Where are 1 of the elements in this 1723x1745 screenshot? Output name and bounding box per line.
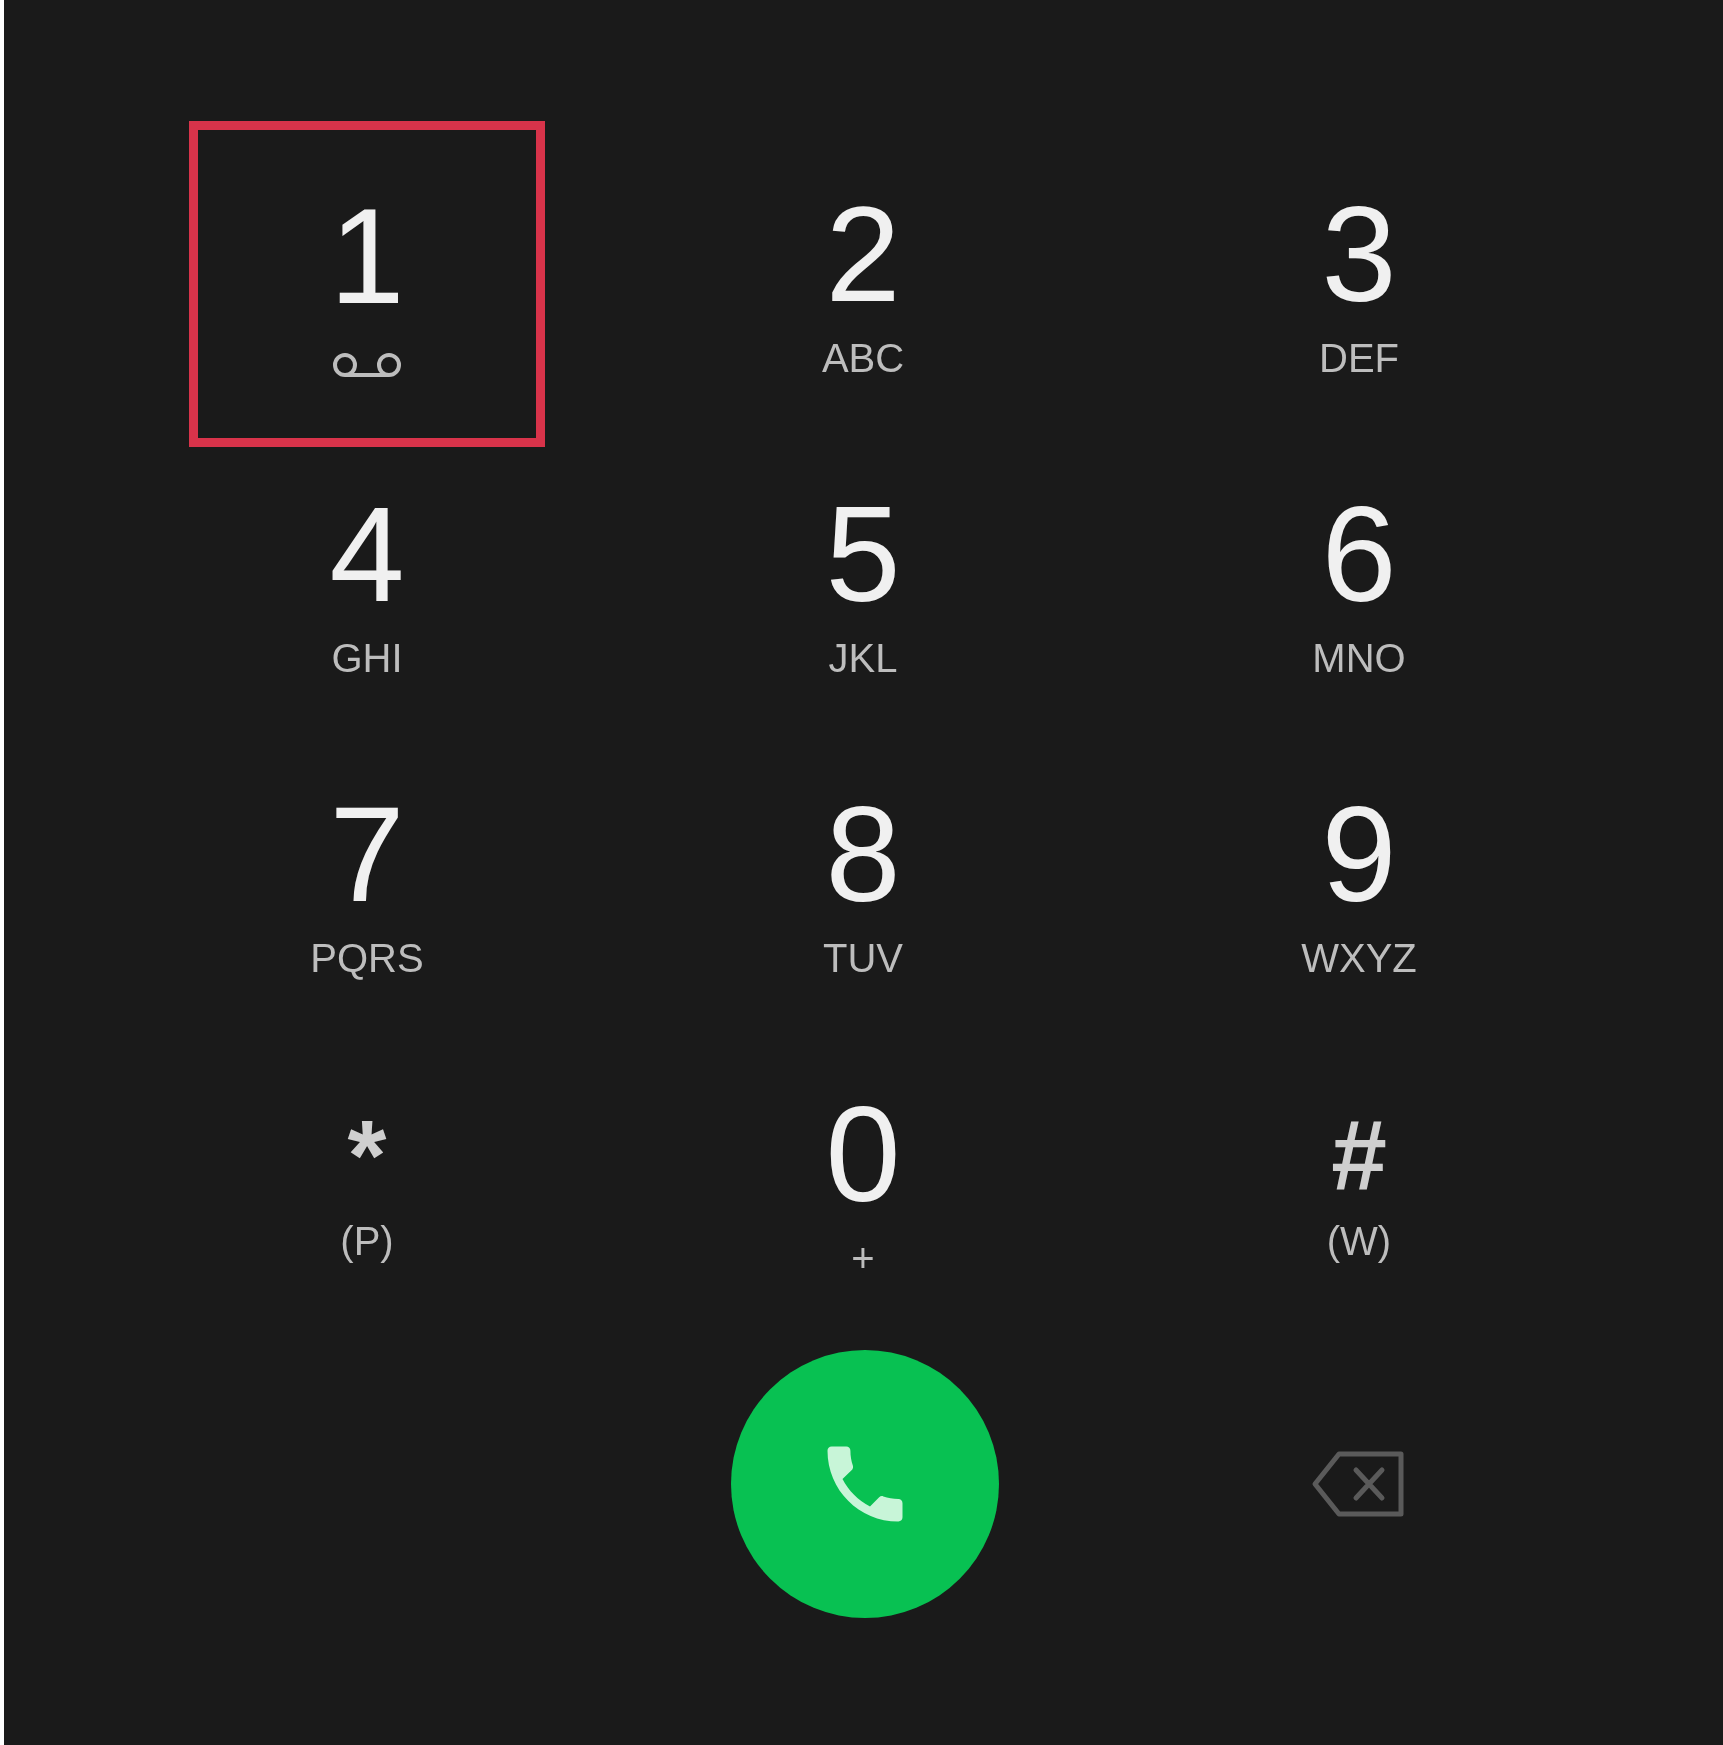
dial-key[interactable]: 1 — [189, 121, 545, 447]
